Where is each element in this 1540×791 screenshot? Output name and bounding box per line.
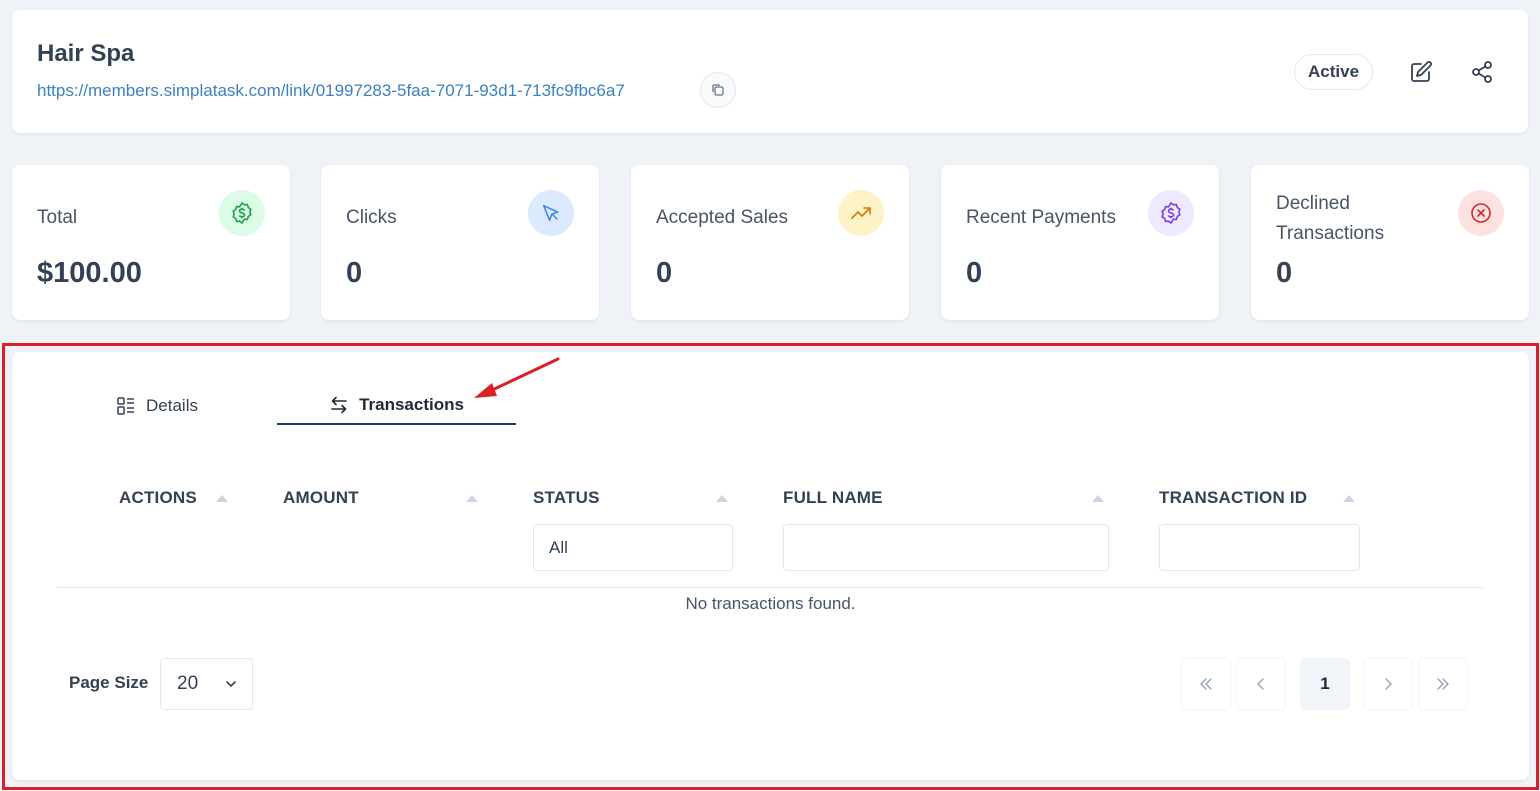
dollar-badge-icon: [219, 190, 265, 236]
stat-value: 0: [966, 257, 983, 289]
trending-up-icon: [838, 190, 884, 236]
transactions-panel: Details Transactions ACTIONS AMOUNT STAT…: [12, 352, 1529, 780]
double-chevron-left-icon: [1200, 678, 1212, 690]
share-icon: [1472, 61, 1492, 83]
chevron-right-icon: [1385, 678, 1392, 690]
sort-asc-icon[interactable]: [716, 495, 728, 502]
transaction-id-filter-input[interactable]: [1159, 524, 1360, 571]
tab-details[interactable]: Details: [72, 387, 242, 425]
stat-label: Accepted Sales: [656, 207, 789, 228]
stat-label: Clicks: [346, 207, 397, 228]
column-header-amount[interactable]: AMOUNT: [283, 488, 359, 508]
share-button[interactable]: [1466, 56, 1498, 88]
swap-arrows-icon: [331, 396, 347, 414]
stat-card-total: Total $100.00: [12, 165, 290, 320]
page-title: Hair Spa: [37, 40, 135, 67]
annotation-arrow-icon: [474, 357, 560, 398]
sort-asc-icon[interactable]: [216, 495, 228, 502]
stat-value: 0: [346, 257, 363, 289]
page-size-label: Page Size: [69, 673, 149, 692]
copy-link-button[interactable]: [700, 72, 736, 108]
table-divider: [57, 587, 1483, 588]
column-header-status[interactable]: STATUS: [533, 488, 600, 508]
member-link[interactable]: https://members.simplatask.com/link/0199…: [37, 81, 625, 101]
tab-label: Transactions: [359, 395, 464, 414]
stat-label: Recent Payments: [966, 207, 1116, 228]
stat-value: 0: [1276, 257, 1293, 289]
sort-asc-icon[interactable]: [1343, 495, 1355, 502]
stat-value: 0: [656, 257, 673, 289]
edit-icon: [1411, 61, 1432, 82]
x-circle-icon: [1458, 190, 1504, 236]
copy-icon: [712, 84, 724, 96]
status-filter-select[interactable]: All: [533, 524, 733, 571]
dollar-badge-icon: [1148, 190, 1194, 236]
stat-label: Declined Transactions: [1276, 193, 1385, 244]
chevron-left-icon: [1257, 678, 1264, 690]
stat-label: Total: [37, 207, 78, 228]
stat-card-declined-transactions: Declined Transactions 0: [1251, 165, 1529, 320]
cursor-icon: [528, 190, 574, 236]
prev-page-button[interactable]: [1236, 658, 1286, 710]
edit-button[interactable]: [1405, 56, 1437, 88]
last-page-button[interactable]: [1418, 658, 1468, 710]
listing-header-card: Hair Spa https://members.simplatask.com/…: [12, 10, 1528, 133]
page-size-select[interactable]: 20: [160, 658, 253, 710]
status-badge: Active: [1294, 54, 1374, 90]
next-page-button[interactable]: [1363, 658, 1413, 710]
details-list-icon: [117, 397, 135, 415]
page-button-current[interactable]: 1: [1300, 658, 1350, 710]
stat-value: $100.00: [37, 257, 142, 289]
stat-card-accepted-sales: Accepted Sales 0: [631, 165, 909, 320]
page-size-value: 20: [177, 673, 199, 694]
column-header-full-name[interactable]: FULL NAME: [783, 488, 883, 508]
sort-asc-icon[interactable]: [1092, 495, 1104, 502]
double-chevron-right-icon: [1437, 678, 1449, 690]
full-name-filter-input[interactable]: [783, 524, 1109, 571]
column-header-transaction-id[interactable]: TRANSACTION ID: [1159, 488, 1307, 508]
sort-asc-icon[interactable]: [466, 495, 478, 502]
chevron-down-icon: [226, 681, 236, 688]
empty-state-message: No transactions found.: [685, 594, 856, 613]
tab-label: Details: [146, 396, 198, 415]
column-header-actions[interactable]: ACTIONS: [119, 488, 197, 508]
stat-card-clicks: Clicks 0: [321, 165, 599, 320]
first-page-button[interactable]: [1181, 658, 1231, 710]
stat-card-recent-payments: Recent Payments 0: [941, 165, 1219, 320]
